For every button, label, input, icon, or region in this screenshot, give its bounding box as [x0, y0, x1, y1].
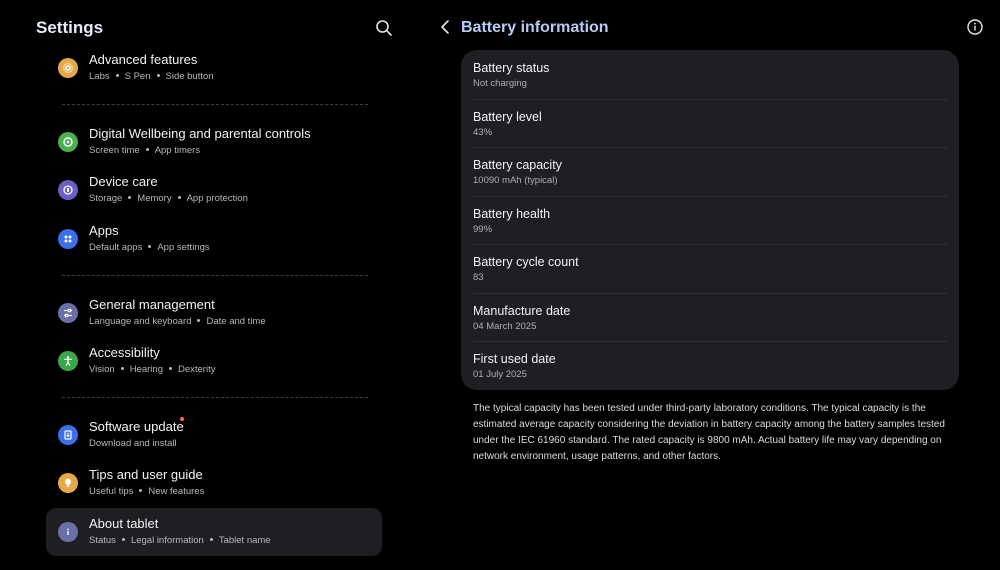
settings-pane: Settings Advanced features Labs S Pen Side… [0, 0, 420, 570]
item-title: Software update [89, 419, 184, 434]
accessibility-icon [58, 351, 78, 371]
row-title: Battery level [473, 109, 542, 124]
row-manufacture-date: Manufacture date 04 March 2025 [473, 293, 947, 342]
info-icon [58, 522, 78, 542]
settings-item-general-management[interactable]: General management Language and keyboard… [46, 289, 382, 337]
row-value: Not charging [473, 78, 527, 89]
item-title: Apps [89, 223, 119, 238]
row-title: First used date [473, 352, 556, 366]
item-title: Advanced features [89, 52, 198, 67]
item-title: Accessibility [89, 345, 160, 360]
settings-item-advanced-features[interactable]: Advanced features Labs S Pen Side button [46, 44, 382, 92]
row-title: Battery cycle count [473, 255, 579, 269]
item-subtitle: Default apps App settings [89, 242, 210, 253]
page-title: Battery information [461, 19, 609, 36]
info-circle-icon[interactable] [966, 18, 984, 36]
item-title: About tablet [89, 516, 159, 531]
software-update-icon [58, 425, 78, 445]
row-title: Battery status [473, 61, 550, 75]
back-arrow-icon[interactable] [438, 18, 452, 36]
row-value: 04 March 2025 [473, 320, 537, 332]
battery-information-pane: Battery information Battery status Not c… [420, 0, 1000, 570]
row-value: 99% [473, 223, 493, 235]
settings-item-digital-wellbeing[interactable]: Digital Wellbeing and parental controls … [46, 118, 382, 166]
search-icon[interactable] [374, 18, 394, 38]
item-subtitle: Screen time App timers [89, 145, 201, 156]
gear-icon [58, 58, 78, 78]
row-value: 83 [473, 272, 484, 283]
row-battery-cycle-count: Battery cycle count 83 [473, 244, 947, 293]
device-care-icon [58, 180, 78, 200]
settings-item-apps[interactable]: Apps Default apps App settings [46, 215, 382, 263]
row-battery-status: Battery status Not charging [473, 50, 947, 99]
settings-item-tips[interactable]: Tips and user guide Useful tips New featu… [46, 459, 382, 507]
row-title: Battery capacity [473, 158, 562, 172]
item-subtitle: Useful tips New features [89, 486, 205, 497]
item-subtitle: Status Legal information Tablet name [89, 535, 271, 546]
row-value: 10090 mAh (typical) [473, 175, 558, 186]
row-battery-capacity: Battery capacity 10090 mAh (typical) [473, 147, 947, 196]
settings-item-accessibility[interactable]: Accessibility Vision Hearing Dexterity [46, 337, 382, 385]
row-title: Battery health [473, 206, 551, 221]
item-title: General management [89, 297, 215, 312]
apps-icon [58, 229, 78, 249]
settings-header: Settings [36, 16, 396, 40]
lightbulb-icon [58, 473, 78, 493]
page-title: Settings [36, 18, 104, 37]
item-subtitle: Storage Memory App protection [89, 193, 248, 204]
item-subtitle: Labs S Pen Side button [89, 71, 214, 82]
row-title: Manufacture date [473, 303, 571, 318]
battery-info-card: Battery status Not charging Battery leve… [461, 50, 959, 390]
row-battery-health: Battery health 99% [473, 196, 947, 245]
sliders-icon [58, 303, 78, 323]
update-badge [180, 417, 184, 421]
section-divider [62, 104, 368, 105]
item-title: Digital Wellbeing and parental controls [89, 126, 311, 141]
row-first-used-date: First used date 01 July 2025 [473, 341, 947, 390]
item-title: Tips and user guide [89, 467, 203, 482]
wellbeing-icon [58, 132, 78, 152]
row-battery-level: Battery level 43% [473, 99, 947, 148]
capacity-note: The typical capacity has been tested und… [473, 403, 945, 462]
item-subtitle: Language and keyboard Date and time [89, 316, 266, 327]
settings-item-device-care[interactable]: Device care Storage Memory App protection [46, 166, 382, 214]
section-divider [62, 275, 368, 276]
settings-item-about-tablet[interactable]: About tablet Status Legal information Tabl… [46, 508, 382, 556]
settings-item-software-update[interactable]: Software update Download and install [46, 411, 382, 459]
row-value: 01 July 2025 [473, 369, 527, 380]
section-divider [62, 397, 368, 398]
item-subtitle: Vision Hearing Dexterity [89, 364, 216, 375]
row-value: 43% [473, 126, 493, 138]
item-subtitle: Download and install [89, 438, 177, 449]
item-title: Device care [89, 174, 158, 189]
